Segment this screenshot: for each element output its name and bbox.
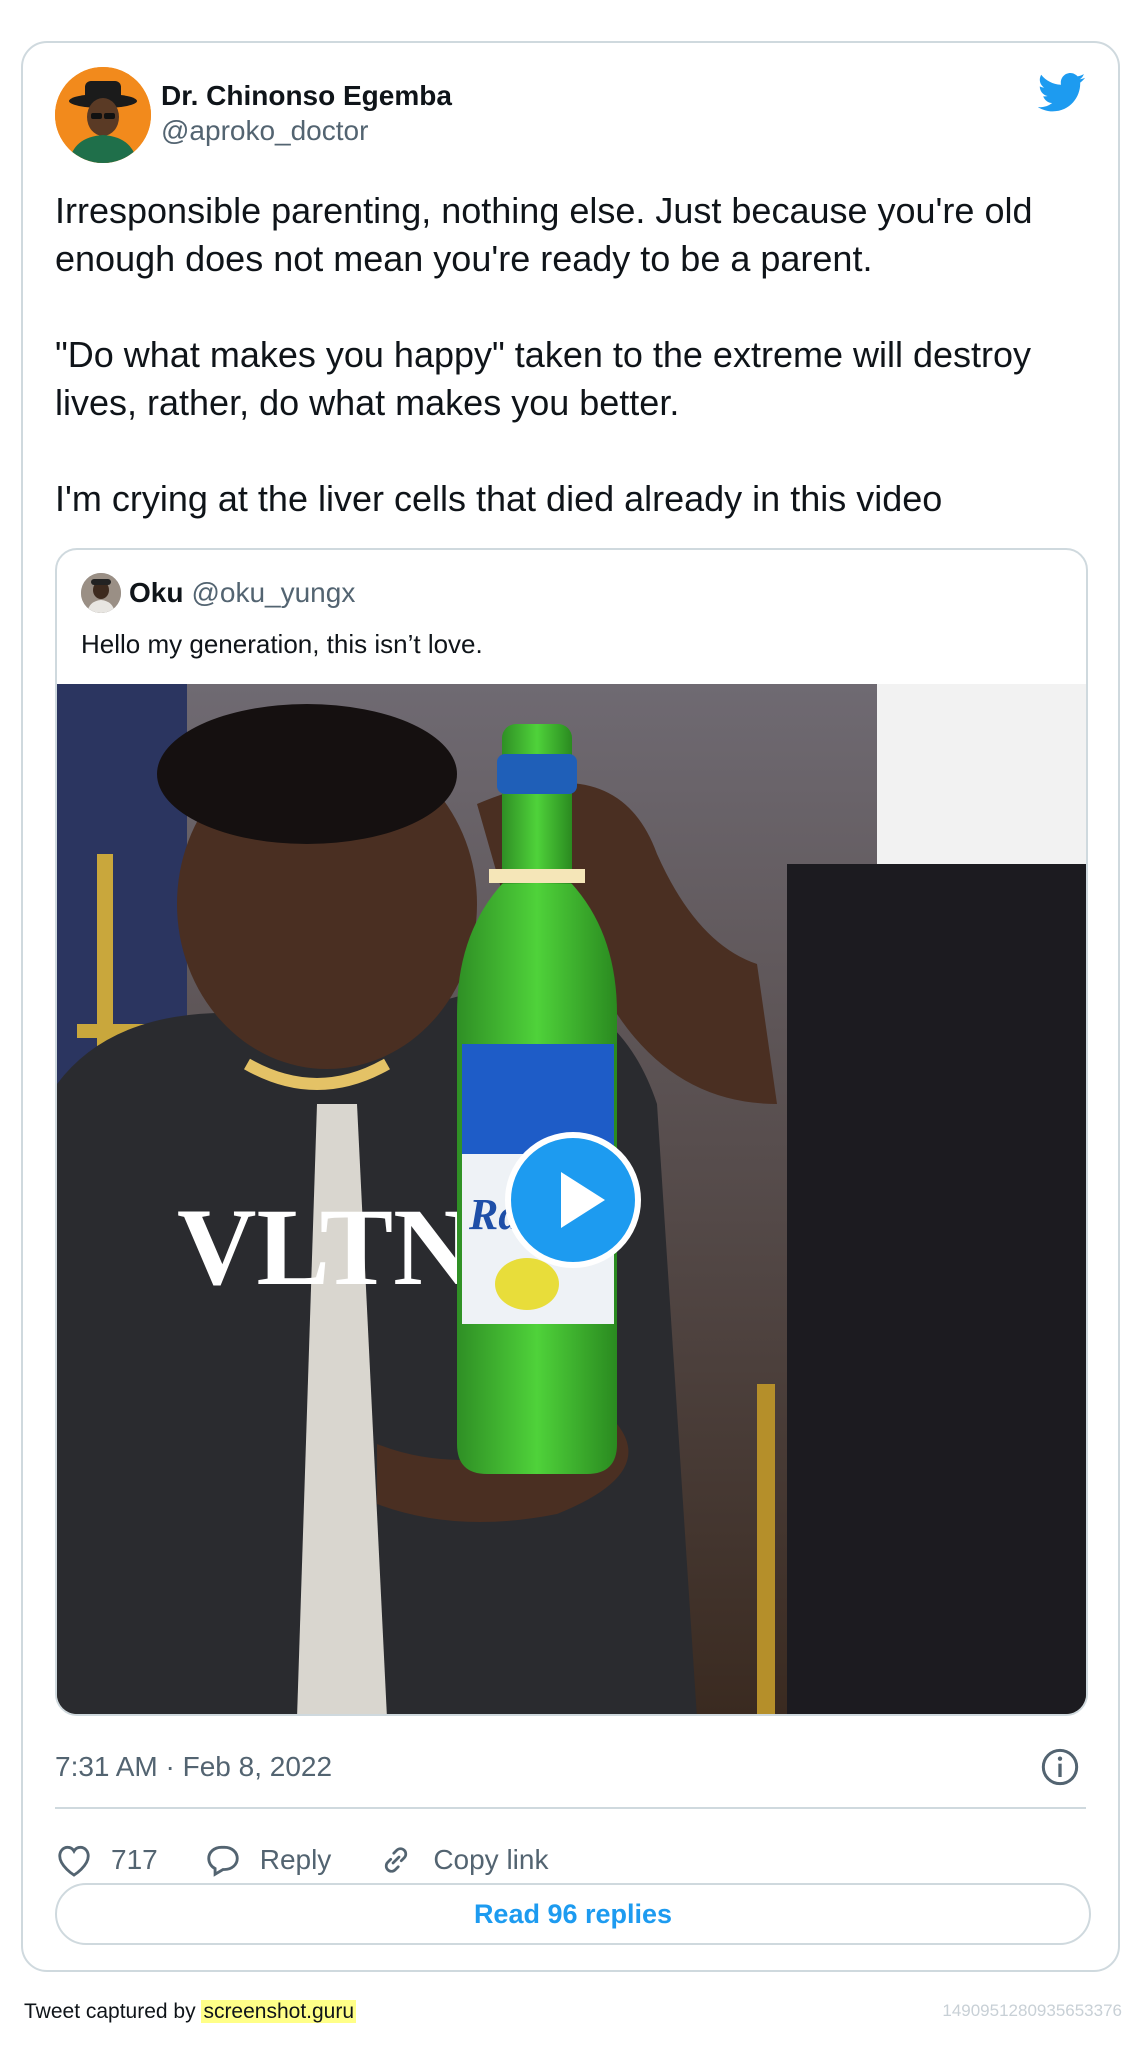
quoted-avatar-image	[81, 573, 121, 613]
video-thumbnail[interactable]: VLTN Radler	[57, 684, 1086, 1714]
heart-icon	[58, 1845, 90, 1877]
reply-bubble-icon	[207, 1845, 239, 1877]
author-display-name[interactable]: Dr. Chinonso Egemba	[161, 79, 452, 113]
tweet-header: Dr. Chinonso Egemba @aproko_doctor	[55, 67, 1086, 167]
read-replies-button[interactable]: Read 96 replies	[55, 1883, 1091, 1945]
tweet-text: Irresponsible parenting, nothing else. J…	[55, 190, 1033, 519]
reply-label: Reply	[259, 1844, 332, 1875]
brand-link[interactable]: screenshot.guru	[201, 2000, 357, 2023]
quoted-author-display-name[interactable]: Oku	[129, 577, 183, 609]
tweet-card: Dr. Chinonso Egemba @aproko_doctor Irres…	[21, 41, 1120, 1972]
link-icon	[385, 1847, 408, 1873]
author-avatar[interactable]	[55, 67, 151, 163]
copy-link-label: Copy link	[433, 1844, 549, 1875]
captured-by-text: Tweet captured by	[24, 2000, 202, 2023]
like-count: 717	[111, 1844, 158, 1875]
avatar-image	[55, 67, 151, 163]
tweet-id: 1490951280935653376	[942, 2001, 1122, 2020]
tweet-timestamp[interactable]: 7:31 AM · Feb 8, 2022	[55, 1751, 332, 1783]
jacket-print: VLTN	[177, 1186, 473, 1308]
quoted-author-avatar	[81, 573, 121, 613]
capture-footer: Tweet captured by screenshot.guru	[24, 2000, 357, 2024]
quoted-tweet-header: Oku @oku_yungx	[81, 572, 355, 614]
twitter-bird-icon[interactable]	[1038, 73, 1086, 113]
tweet-meta: 7:31 AM · Feb 8, 2022	[55, 1743, 1086, 1791]
quoted-tweet[interactable]: Oku @oku_yungx Hello my generation, this…	[55, 548, 1088, 1716]
like-button[interactable]: 717	[55, 1842, 158, 1878]
author-handle[interactable]: @aproko_doctor	[161, 113, 452, 149]
divider	[55, 1807, 1086, 1809]
info-icon[interactable]	[1040, 1747, 1080, 1787]
action-bar: 717 Reply Copy link	[55, 1835, 594, 1885]
author-name-block: Dr. Chinonso Egemba @aproko_doctor	[161, 79, 452, 149]
reply-button[interactable]: Reply	[204, 1842, 332, 1878]
play-icon[interactable]	[505, 1132, 641, 1268]
copy-link-button[interactable]: Copy link	[377, 1842, 548, 1878]
quoted-tweet-text: Hello my generation, this isn’t love.	[81, 629, 483, 659]
quoted-author-handle[interactable]: @oku_yungx	[191, 577, 355, 609]
